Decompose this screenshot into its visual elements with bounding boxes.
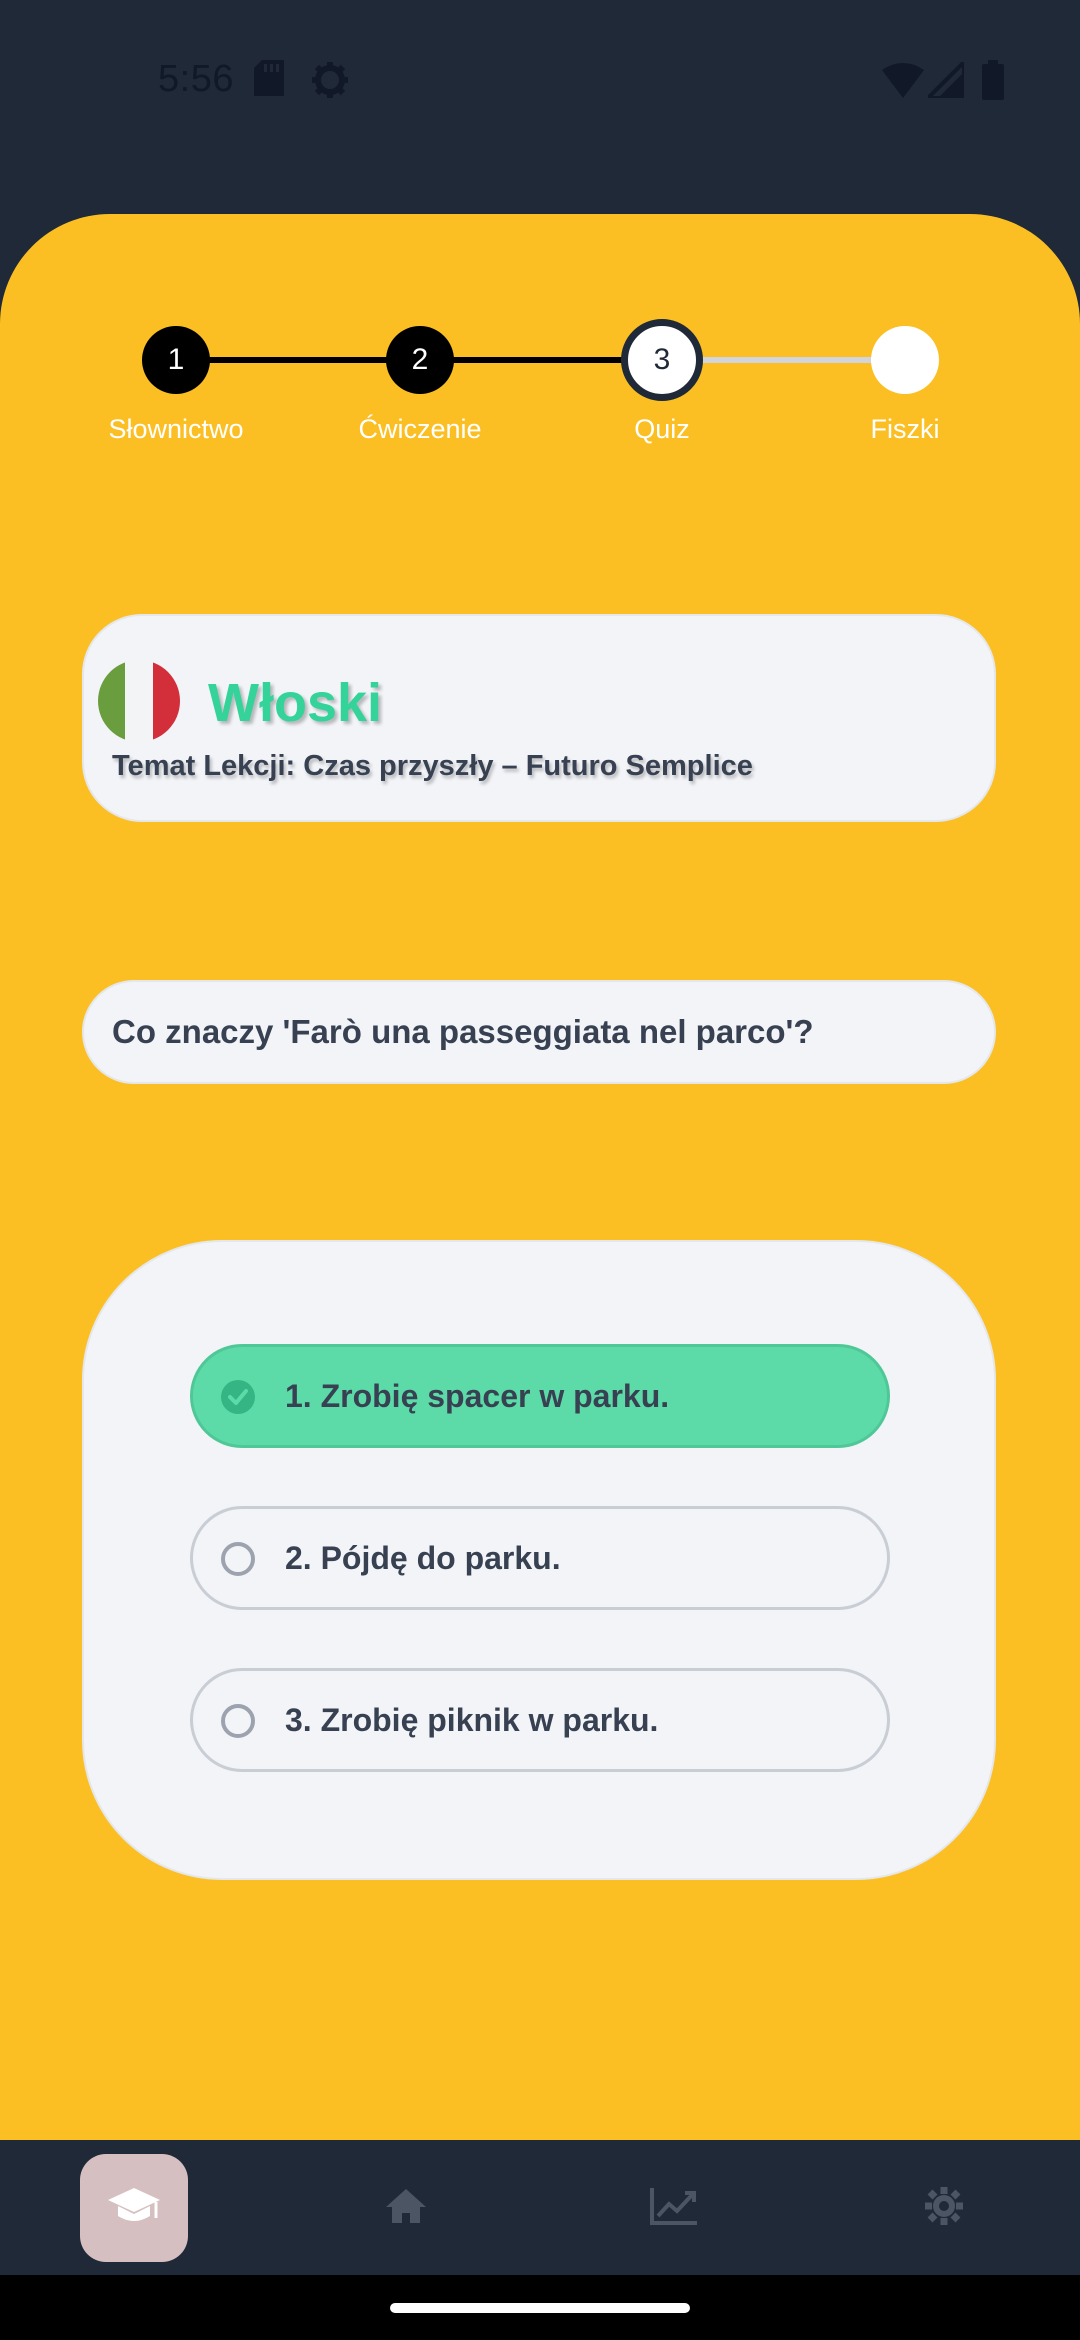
- home-icon: [384, 2187, 428, 2230]
- gear-icon: [924, 2186, 964, 2231]
- answer-option-3[interactable]: 3. Zrobię piknik w parku.: [190, 1668, 890, 1772]
- quiz-question: Co znaczy 'Farò una passeggiata nel parc…: [82, 980, 996, 1084]
- question-text: Co znaczy 'Farò una passeggiata nel parc…: [112, 1013, 814, 1050]
- lesson-card: Włoski Temat Lekcji: Czas przyszły – Fut…: [82, 614, 996, 822]
- step-4-circle[interactable]: [871, 326, 939, 394]
- signal-icon: [923, 57, 966, 103]
- progress-stepper: 1 2 3 Słownictwo Ćwiczenie Quiz Fiszki: [0, 214, 1080, 474]
- answer-option-3-label: 3. Zrobię piknik w parku.: [285, 1701, 659, 1738]
- step-2-circle[interactable]: 2: [386, 326, 454, 394]
- step-1-label: Słownictwo: [108, 414, 244, 444]
- answer-option-2[interactable]: 2. Pójdę do parku.: [190, 1506, 890, 1610]
- answer-option-1-label: 1. Zrobię spacer w parku.: [285, 1377, 670, 1414]
- answers-panel: 1. Zrobię spacer w parku. 2. Pójdę do pa…: [82, 1240, 996, 1880]
- chart-line-icon: [649, 2186, 699, 2231]
- answer-option-2-label: 2. Pójdę do parku.: [285, 1539, 561, 1576]
- status-time: 5:56: [158, 58, 234, 100]
- wifi-icon: [882, 62, 924, 103]
- battery-icon: [982, 60, 1004, 105]
- nav-settings[interactable]: [890, 2154, 998, 2262]
- radio-empty-icon: [221, 1542, 255, 1576]
- sd-card-icon: [254, 60, 284, 101]
- status-bar: 5:56: [0, 0, 1080, 170]
- step-1-circle[interactable]: 1: [142, 326, 210, 394]
- check-circle-icon: [221, 1380, 255, 1414]
- nav-home[interactable]: [352, 2154, 460, 2262]
- step-2-label: Ćwiczenie: [358, 414, 482, 444]
- step-4-label: Fiszki: [870, 414, 940, 444]
- nav-stats[interactable]: [620, 2154, 728, 2262]
- settings-gear-icon: [310, 60, 350, 105]
- answer-option-1[interactable]: 1. Zrobię spacer w parku.: [190, 1344, 890, 1448]
- home-gesture-bar[interactable]: [390, 2303, 690, 2313]
- italy-flag-icon: [98, 660, 180, 742]
- nav-learn[interactable]: [80, 2154, 188, 2262]
- step-3-label: Quiz: [634, 414, 690, 444]
- graduation-cap-icon: [106, 2186, 162, 2231]
- lesson-topic: Temat Lekcji: Czas przyszły – Futuro Sem…: [112, 750, 753, 782]
- lesson-panel: 1 2 3 Słownictwo Ćwiczenie Quiz Fiszki W…: [0, 214, 1080, 2140]
- language-name: Włoski: [208, 673, 383, 733]
- radio-empty-icon: [221, 1704, 255, 1738]
- bottom-navigation: [0, 2140, 1080, 2275]
- step-3-circle[interactable]: 3: [621, 319, 703, 401]
